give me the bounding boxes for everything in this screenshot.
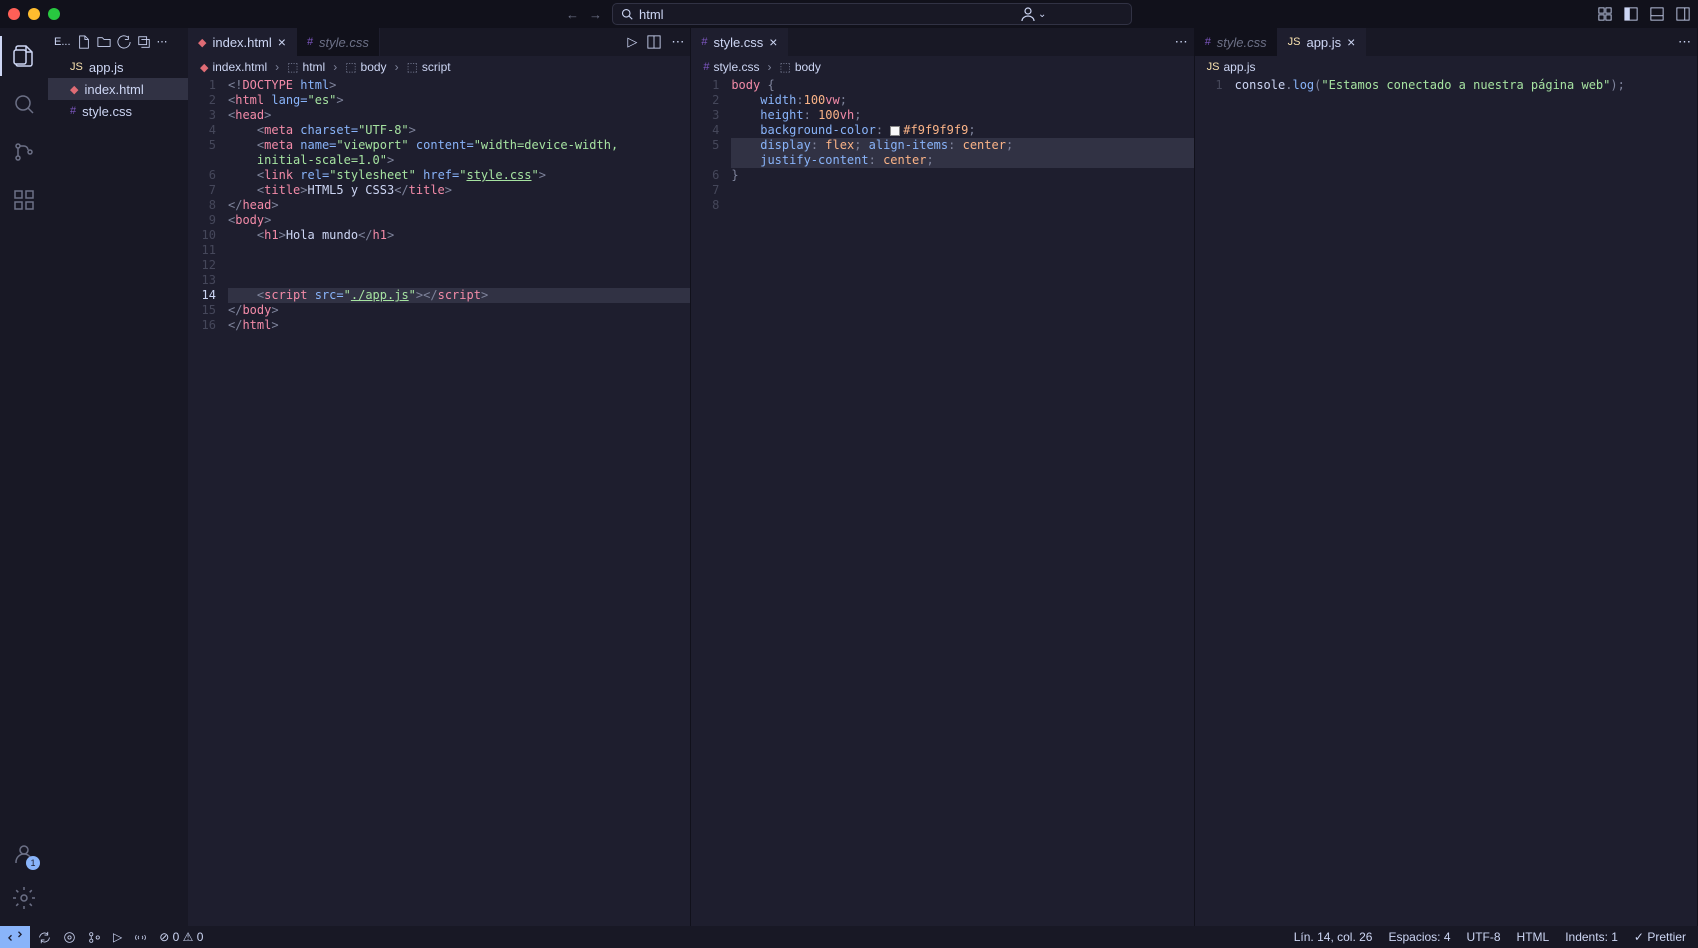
status-debug-icon[interactable]: ▷ [113,930,122,944]
js-file-icon: JS [1207,61,1220,73]
nav-forward-icon[interactable]: → [589,7,602,22]
breadcrumb-item[interactable]: app.js [1224,60,1256,74]
css-file-icon: # [703,61,709,73]
status-cursor-position[interactable]: Lín. 14, col. 26 [1294,930,1373,944]
new-folder-icon[interactable] [97,35,111,49]
code-editor-js[interactable]: 1 console.log("Estamos conectado a nuest… [1195,78,1697,926]
refresh-icon[interactable] [117,35,131,49]
close-tab-icon[interactable]: × [278,34,286,50]
file-item-index-html[interactable]: ◆ index.html [48,78,188,100]
close-tab-icon[interactable]: × [1347,34,1355,50]
file-label: index.html [84,82,143,97]
css-file-icon: # [701,36,707,48]
search-icon [621,8,633,20]
status-language[interactable]: HTML [1517,930,1550,944]
search-icon[interactable] [0,84,48,124]
css-file-icon: # [1205,36,1211,48]
tab-label: app.js [1306,35,1341,50]
html-file-icon: ◆ [198,36,206,49]
file-label: app.js [89,60,124,75]
editor-group-2: # style.css × ⋯ # style.css ⬚ body 12345… [691,28,1194,926]
structure-icon: ⬚ [779,60,790,74]
structure-icon: ⬚ [407,60,418,74]
close-tab-icon[interactable]: × [769,34,777,50]
breadcrumb-item[interactable]: script [422,60,451,74]
settings-gear-icon[interactable] [0,878,48,918]
html-file-icon: ◆ [200,61,208,74]
file-item-app-js[interactable]: JS app.js [48,56,188,78]
more-icon[interactable]: ⋯ [1678,34,1691,50]
status-problems[interactable]: ⊘ 0 ⚠ 0 [159,930,203,944]
tab-label: index.html [212,35,271,50]
new-file-icon[interactable] [77,35,91,49]
more-actions-icon[interactable]: ⋯ [157,35,168,49]
nav-back-icon[interactable]: ← [566,7,579,22]
collapse-all-icon[interactable] [137,35,151,49]
toggle-secondary-sidebar-icon[interactable] [1676,7,1690,21]
js-file-icon: JS [70,61,83,73]
layout-customize-icon[interactable] [1598,7,1612,21]
file-explorer-sidebar: E... ⋯ JS app.js ◆ index.html # style.cs… [48,28,188,926]
file-item-style-css[interactable]: # style.css [48,100,188,122]
status-encoding[interactable]: UTF-8 [1467,930,1501,944]
source-control-icon[interactable] [0,132,48,172]
status-indents[interactable]: Indents: 1 [1565,930,1618,944]
window-maximize-button[interactable] [48,8,60,20]
more-icon[interactable]: ⋯ [671,34,684,50]
run-icon[interactable]: ▷ [627,34,637,50]
html-file-icon: ◆ [70,83,78,96]
search-text: html [639,7,664,22]
tab-label: style.css [319,35,369,50]
explorer-icon[interactable] [0,36,48,76]
file-label: style.css [82,104,132,119]
structure-icon: ⬚ [345,60,356,74]
breadcrumb-item[interactable]: body [795,60,821,74]
status-prettier[interactable]: ✓ Prettier [1634,930,1686,944]
more-icon[interactable]: ⋯ [1175,34,1188,50]
editor-group-1: ◆ index.html × # style.css ▷ ⋯ ◆ index.h… [188,28,691,926]
editor-group-3: # style.css JS app.js × ⋯ JS app.js 1 [1195,28,1698,926]
status-ports-icon[interactable] [63,931,76,944]
structure-icon: ⬚ [287,60,298,74]
tab-index-html[interactable]: ◆ index.html × [188,28,297,56]
tab-style-css[interactable]: # style.css × [691,28,788,56]
tab-label: style.css [713,35,763,50]
toggle-panel-icon[interactable] [1650,7,1664,21]
tab-label: style.css [1217,35,1267,50]
status-sync-icon[interactable] [38,931,51,944]
breadcrumb-item[interactable]: body [361,60,387,74]
explorer-title: E... [54,36,71,48]
remote-indicator[interactable] [0,926,30,948]
tab-style-css[interactable]: # style.css [1195,28,1278,56]
split-editor-icon[interactable] [647,35,661,49]
window-minimize-button[interactable] [28,8,40,20]
accounts-badge: 1 [26,856,40,870]
code-editor-css[interactable]: 12345678 body { width:100vw; height: 100… [691,78,1193,926]
breadcrumb-item[interactable]: index.html [212,60,267,74]
status-indentation[interactable]: Espacios: 4 [1388,930,1450,944]
copilot-icon[interactable]: ⌄ [1020,6,1046,22]
js-file-icon: JS [1288,36,1301,48]
tab-app-js[interactable]: JS app.js × [1278,28,1367,56]
code-editor-html[interactable]: 12345678910111213141516 <!DOCTYPE html> … [188,78,690,926]
css-file-icon: # [70,105,76,117]
window-close-button[interactable] [8,8,20,20]
breadcrumb-item[interactable]: style.css [713,60,759,74]
status-git-branch-icon[interactable] [88,931,101,944]
accounts-icon[interactable]: 1 [0,834,48,874]
command-center-search[interactable]: html [612,3,1132,25]
breadcrumb-item[interactable]: html [303,60,326,74]
extensions-icon[interactable] [0,180,48,220]
css-file-icon: # [307,36,313,48]
status-bar: ▷ ⊘ 0 ⚠ 0 Lín. 14, col. 26 Espacios: 4 U… [0,926,1698,948]
activity-bar: 1 [0,28,48,926]
toggle-primary-sidebar-icon[interactable] [1624,7,1638,21]
tab-style-css[interactable]: # style.css [297,28,380,56]
status-live-icon[interactable] [134,931,147,944]
titlebar: ← → html ⌄ [0,0,1698,28]
